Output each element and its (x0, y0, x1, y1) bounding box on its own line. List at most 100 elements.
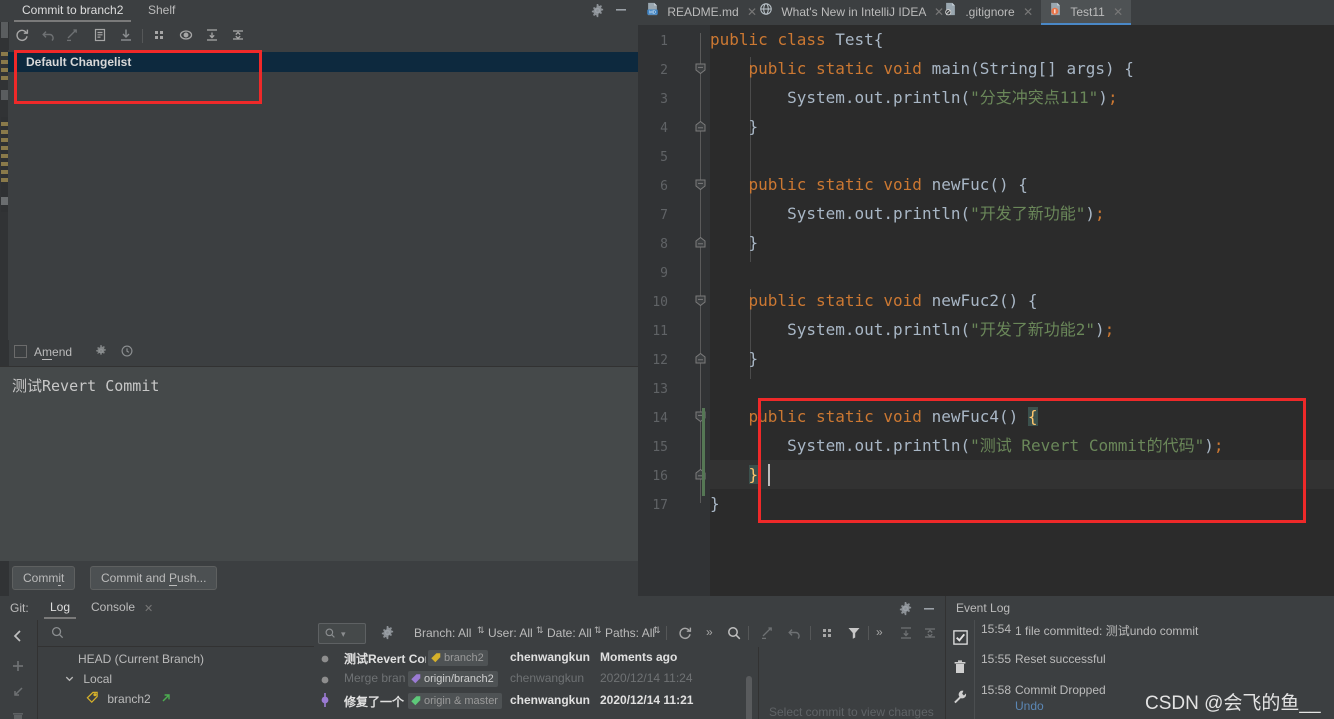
tree-row-head[interactable]: HEAD (Current Branch) (38, 649, 314, 669)
commit-ref-origin-master[interactable]: origin & master (408, 693, 502, 709)
watermark: CSDN @会飞的鱼__ (1145, 693, 1321, 714)
expand-icon[interactable] (152, 27, 170, 45)
commit-ref-branch2[interactable]: branch2 (428, 650, 488, 666)
gear-icon[interactable] (898, 601, 913, 619)
add-icon[interactable] (10, 658, 28, 676)
amend-row: Amend (10, 343, 310, 361)
filter-date[interactable]: Date: All (547, 626, 592, 640)
trash-icon[interactable] (952, 659, 970, 677)
close-icon[interactable]: ✕ (1023, 5, 1033, 19)
editor-tab-gitignore[interactable]: .gitignore ✕ (936, 0, 1041, 25)
commit-ref-origin-branch2[interactable]: origin/branch2 (408, 671, 498, 687)
changes-list[interactable] (8, 50, 638, 340)
preview-icon[interactable] (178, 27, 196, 45)
event-undo-link[interactable]: Undo (1015, 699, 1044, 713)
group-icon[interactable] (820, 625, 836, 644)
minimize-icon[interactable] (614, 4, 628, 19)
close-icon[interactable]: ✕ (1113, 5, 1123, 19)
gear-icon[interactable] (590, 3, 605, 21)
commit-row[interactable]: 测试Revert Comr branch2 chenwangkun Moment… (314, 647, 754, 669)
download-icon[interactable] (118, 27, 136, 45)
commit-list[interactable]: 测试Revert Comr branch2 chenwangkun Moment… (314, 647, 754, 719)
show-diff-icon[interactable] (65, 27, 83, 45)
gear-icon[interactable] (94, 344, 108, 361)
code-line-11: System.out.println("开发了新功能2"); (787, 320, 1115, 339)
tree-row-local[interactable]: Local (38, 669, 314, 689)
vcs-change-marker[interactable] (702, 408, 705, 496)
chevron-updown-icon[interactable]: ⇅ (477, 625, 485, 636)
mark-read-icon[interactable] (952, 629, 970, 647)
commit-row[interactable]: Merge bran origin/branch2 chenwangkun 20… (314, 668, 754, 690)
svg-text:MD: MD (649, 10, 656, 15)
editor-tab-test11[interactable]: Test11 ✕ (1041, 0, 1132, 25)
git-tool-window: Git: Log Console ✕ HEAD (Current Branch)… (0, 596, 945, 719)
group-by-icon[interactable] (92, 27, 110, 45)
fold-collapse-icon[interactable] (695, 63, 706, 75)
fold-expand-icon[interactable] (695, 352, 706, 364)
expand-all-icon[interactable] (204, 27, 222, 45)
gitignore-file-icon (944, 0, 957, 25)
wrench-icon[interactable] (952, 689, 970, 707)
log-scrollbar[interactable] (746, 676, 752, 719)
commit-row[interactable]: 修复了一个 origin & master chenwangkun 2020/1… (314, 690, 754, 712)
tab-console[interactable]: Console (85, 597, 141, 619)
editor-gutter[interactable]: 1 2 3 4 5 6 7 8 9 10 11 12 13 14 15 16 1… (638, 25, 710, 596)
fold-expand-icon[interactable] (695, 120, 706, 132)
refresh-icon[interactable] (677, 625, 693, 644)
checkout-icon[interactable] (10, 684, 28, 702)
event-log-entry[interactable]: 15:54 1 file committed: 测试undo commit (975, 622, 1334, 638)
amend-checkbox[interactable] (14, 345, 27, 358)
tab-log[interactable]: Log (44, 597, 77, 619)
revert-icon[interactable] (786, 625, 802, 644)
gear-icon[interactable] (380, 625, 395, 643)
more2-icon[interactable]: » (876, 625, 883, 639)
tree-row-branch2[interactable]: branch2 (38, 689, 314, 709)
filter-icon[interactable] (846, 625, 862, 644)
amend-label: Amend (34, 345, 73, 360)
editor-tab-whats-new[interactable]: What's New in IntelliJ IDEA ✕ (751, 0, 952, 25)
minimize-icon[interactable] (922, 603, 936, 618)
chevron-updown-icon[interactable]: ⇅ (594, 625, 602, 636)
event-log-entry[interactable]: 15:55 Reset successful (975, 652, 1334, 668)
close-icon[interactable]: ✕ (144, 602, 153, 615)
filter-branch[interactable]: Branch: All (414, 626, 471, 640)
delete-icon[interactable] (10, 710, 28, 719)
line-number: 6 (660, 179, 668, 194)
filter-paths[interactable]: Paths: All (605, 626, 655, 640)
fold-expand-icon[interactable] (695, 236, 706, 248)
graph-node (320, 674, 330, 684)
commit-button[interactable]: Commit (12, 566, 76, 590)
search-icon[interactable] (726, 625, 742, 644)
rollback-icon[interactable] (40, 27, 58, 45)
refresh-icon[interactable] (14, 27, 32, 45)
commit-date: 2020/12/14 11:21 (600, 693, 694, 707)
editor-tab-readme[interactable]: MD README.md ✕ (638, 0, 765, 25)
expand-all-icon[interactable] (898, 625, 914, 644)
tab-commit-to-branch2[interactable]: Commit to branch2 (14, 0, 132, 22)
more-icon[interactable]: » (706, 625, 713, 639)
collapse-left-icon[interactable] (10, 628, 28, 646)
graph-node (320, 693, 330, 707)
chevron-down-icon[interactable] (64, 670, 75, 690)
fold-collapse-icon[interactable] (695, 295, 706, 307)
branch-tree[interactable]: HEAD (Current Branch) Local branch2 (38, 620, 314, 719)
code-line-12: } (748, 349, 759, 368)
branch-search-input[interactable] (38, 620, 314, 647)
collapse-all-icon[interactable] (230, 27, 248, 45)
filter-user[interactable]: User: All (488, 626, 533, 640)
cherry-pick-icon[interactable] (760, 625, 776, 644)
tab-shelf[interactable]: Shelf (140, 0, 183, 22)
log-search-input[interactable]: ▾ (318, 623, 366, 644)
fold-collapse-icon[interactable] (695, 179, 706, 191)
commit-and-push-button[interactable]: Commit and Push... (90, 566, 218, 590)
code-text[interactable]: public class Test{ public static void ma… (710, 25, 1334, 596)
history-icon[interactable] (120, 344, 134, 361)
code-line-8: } (748, 233, 759, 252)
chevron-updown-icon[interactable]: ⇅ (536, 625, 544, 636)
commit-message-input[interactable]: 测试Revert Commit (0, 366, 638, 561)
code-line-17: } (710, 494, 720, 513)
chevron-updown-icon[interactable]: ⇅ (653, 625, 661, 636)
collapse-all-icon[interactable] (922, 625, 938, 644)
